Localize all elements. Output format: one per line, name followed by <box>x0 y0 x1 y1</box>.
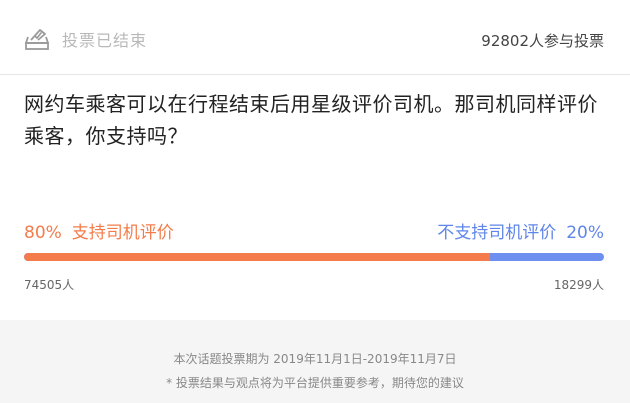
option-support[interactable]: 80% 支持司机评价 <box>24 218 174 243</box>
vote-period: 本次话题投票期为 2019年11月1日-2019年11月7日 <box>173 352 457 366</box>
vote-question: 网约车乘客可以在行程结束后用星级评价司机。那司机同样评价乘客，你支持吗？ <box>24 92 598 148</box>
ballot-box-icon <box>24 27 50 51</box>
option-support-label: 支持司机评价 <box>71 223 174 243</box>
option-support-percent: 80% <box>24 223 62 243</box>
option-oppose-percent: 20% <box>566 223 604 243</box>
option-support-count: 74505人 <box>24 278 75 292</box>
option-oppose[interactable]: 不支持司机评价 20% <box>437 218 604 243</box>
vote-result-bar-support-fill <box>24 253 490 261</box>
vote-footer: 本次话题投票期为 2019年11月1日-2019年11月7日 * 投票结果与观点… <box>0 320 630 403</box>
vote-result-bar <box>24 253 604 261</box>
participant-count: 92802人参与投票 <box>481 32 604 50</box>
option-oppose-label: 不支持司机评价 <box>437 223 557 243</box>
vote-header: 投票已结束 92802人参与投票 <box>0 0 630 75</box>
vote-status-text: 投票已结束 <box>62 31 148 50</box>
option-oppose-count: 18299人 <box>553 278 604 292</box>
vote-status: 投票已结束 <box>24 27 147 51</box>
vote-card: 投票已结束 92802人参与投票 网约车乘客可以在行程结束后用星级评价司机。那司… <box>0 0 630 403</box>
vote-note: * 投票结果与观点将为平台提供重要参考，期待您的建议 <box>166 376 464 390</box>
